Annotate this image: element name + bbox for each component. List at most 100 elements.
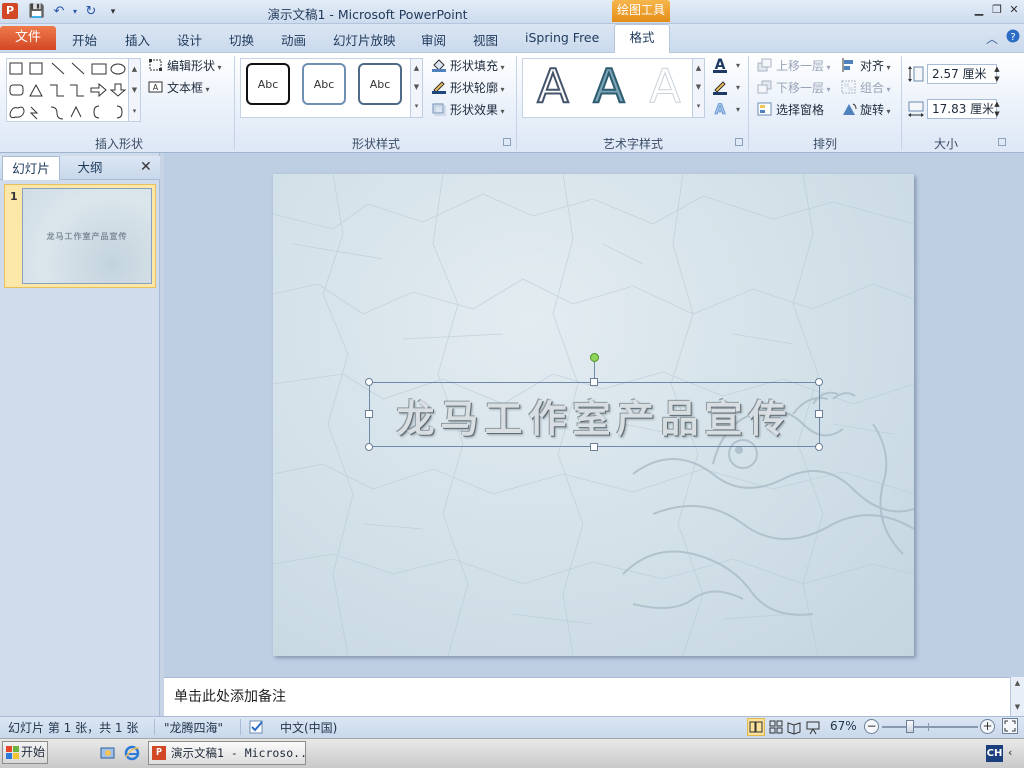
shape-styles-launcher-icon[interactable] — [503, 138, 511, 146]
shapes-gallery-scroll[interactable]: ▲ ▼ ▾ — [128, 58, 141, 122]
edit-shape-button[interactable]: 编辑形状 ▾ — [148, 57, 222, 74]
svg-text:A: A — [153, 83, 159, 92]
rotate-handle[interactable] — [590, 353, 599, 362]
tab-review[interactable]: 审阅 — [421, 30, 446, 49]
wordart-styles-launcher-icon[interactable] — [735, 138, 743, 146]
zoom-slider-track[interactable] — [882, 726, 978, 728]
close-icon[interactable]: ✕ — [1007, 3, 1021, 17]
wordart-sample[interactable]: A — [638, 60, 692, 113]
resize-handle-bottom[interactable] — [590, 443, 598, 451]
resize-handle-left[interactable] — [365, 410, 373, 418]
pencil-icon — [431, 80, 447, 94]
internet-explorer-icon[interactable] — [124, 745, 140, 761]
slide-count-status: 幻灯片 第 1 张，共 1 张 — [8, 721, 139, 735]
wordart-styles-group-label: 艺术字样式 — [602, 137, 663, 151]
notes-scrollbar[interactable]: ▲ ▼ — [1010, 677, 1024, 716]
zoom-slider-thumb[interactable] — [906, 720, 914, 733]
align-button[interactable]: 对齐 ▾ — [841, 57, 891, 74]
language-status[interactable]: 中文(中国) — [280, 719, 337, 736]
tab-slides[interactable]: 幻灯片 — [2, 156, 60, 180]
tab-design[interactable]: 设计 — [177, 30, 202, 49]
close-panel-icon[interactable]: ✕ — [140, 159, 152, 175]
tab-format[interactable]: 格式 — [614, 24, 670, 53]
tab-insert[interactable]: 插入 — [125, 30, 150, 49]
taskbar-powerpoint-item[interactable]: P 演示文稿1 - Microso... — [148, 741, 306, 765]
resize-handle-top[interactable] — [590, 378, 598, 386]
normal-view-icon[interactable] — [747, 718, 765, 736]
help-icon[interactable]: ? — [1006, 29, 1020, 46]
shapes-gallery[interactable] — [6, 58, 130, 122]
powerpoint-window: P 💾 ↶ ▾ ↻ ▾ 演示文稿1 - Microsoft PowerPoint… — [0, 0, 1024, 768]
text-effects-icon[interactable]: A ▾ — [712, 100, 740, 119]
shape-styles-scroll[interactable]: ▲ ▼ ▾ — [410, 58, 423, 118]
wordart-sample[interactable]: A — [526, 59, 580, 113]
resize-handle-top-left[interactable] — [365, 378, 373, 386]
show-desktop-icon[interactable] — [100, 745, 116, 761]
start-button[interactable]: 开始 — [2, 741, 48, 764]
text-fill-icon[interactable]: A ▾ — [712, 56, 740, 74]
resize-handle-bottom-left[interactable] — [365, 443, 373, 451]
shape-fill-button[interactable]: 形状填充 ▾ — [431, 57, 505, 74]
group-separator — [516, 56, 517, 150]
shape-width-field[interactable]: 17.83 厘米 — [927, 99, 997, 119]
rotate-button[interactable]: 旋转 ▾ — [841, 101, 891, 118]
shape-height-field[interactable]: 2.57 厘米 — [927, 64, 997, 84]
tab-transitions[interactable]: 切换 — [229, 30, 254, 49]
wordart-styles-scroll[interactable]: ▲ ▼ ▾ — [692, 58, 705, 118]
tab-ispring[interactable]: iSpring Free — [525, 30, 599, 45]
bring-forward-label: 上移一层 — [776, 59, 825, 73]
shape-style-swatch[interactable]: Abc — [302, 63, 346, 105]
tray-expand-icon[interactable]: ‹ — [1008, 746, 1012, 759]
slideshow-icon[interactable] — [805, 719, 821, 735]
group-separator — [234, 56, 235, 150]
start-label: 开始 — [21, 745, 46, 759]
wordart-sample[interactable]: A — [582, 59, 636, 113]
resize-handle-bottom-right[interactable] — [815, 443, 823, 451]
send-backward-icon — [757, 80, 773, 94]
rotate-icon — [841, 102, 857, 116]
shape-effects-button[interactable]: 形状效果 ▾ — [431, 101, 505, 118]
send-backward-button[interactable]: 下移一层 ▾ — [757, 79, 831, 96]
tab-file[interactable]: 文件 — [0, 26, 56, 50]
minimize-icon[interactable]: ▁ — [972, 3, 986, 17]
group-button[interactable]: 组合 ▾ — [841, 79, 891, 96]
send-backward-label: 下移一层 — [776, 81, 825, 95]
zoom-level[interactable]: 67% — [830, 719, 857, 733]
windows-logo-icon — [6, 745, 19, 766]
zoom-in-icon[interactable]: + — [980, 719, 995, 734]
bring-forward-button[interactable]: 上移一层 ▾ — [757, 57, 831, 74]
tab-animations[interactable]: 动画 — [281, 30, 306, 49]
slide-number: 1 — [10, 190, 18, 203]
svg-text:▾: ▾ — [736, 105, 740, 114]
tab-home[interactable]: 开始 — [72, 30, 97, 49]
text-box-icon: A — [148, 80, 164, 94]
slide-sorter-icon[interactable] — [768, 719, 784, 735]
notes-placeholder: 单击此处添加备注 — [174, 689, 286, 705]
selection-pane-button[interactable]: 选择窗格 — [757, 101, 824, 118]
tab-outline[interactable]: 大纲 — [62, 156, 118, 180]
shape-height-icon — [907, 65, 925, 83]
group-separator — [901, 56, 902, 150]
fit-to-window-icon[interactable] — [1002, 718, 1018, 734]
text-outline-icon[interactable]: ▾ — [712, 78, 740, 96]
notes-pane[interactable]: 单击此处添加备注 — [164, 677, 1010, 716]
resize-handle-right[interactable] — [815, 410, 823, 418]
shape-outline-label: 形状轮廓 — [450, 81, 499, 95]
collapse-ribbon-icon[interactable]: ︿ — [986, 30, 998, 47]
zoom-out-icon[interactable]: − — [864, 719, 879, 734]
resize-handle-top-right[interactable] — [815, 378, 823, 386]
height-spinner-icon[interactable]: ▲ ▼ — [991, 64, 1003, 84]
text-box-button[interactable]: A 文本框 ▾ — [148, 79, 210, 96]
shape-outline-button[interactable]: 形状轮廓 ▾ — [431, 79, 505, 96]
shape-style-swatch[interactable]: Abc — [246, 63, 290, 105]
tab-view[interactable]: 视图 — [473, 30, 498, 49]
restore-icon[interactable]: ❐ — [990, 3, 1004, 17]
ime-indicator[interactable]: CH — [986, 745, 1003, 762]
shape-style-swatch[interactable]: Abc — [358, 63, 402, 105]
size-launcher-icon[interactable] — [998, 138, 1006, 146]
spell-check-icon[interactable] — [248, 718, 266, 736]
reading-view-icon[interactable] — [786, 719, 802, 735]
tab-slideshow[interactable]: 幻灯片放映 — [333, 30, 396, 49]
width-spinner-icon[interactable]: ▲ ▼ — [991, 99, 1003, 119]
slide-title[interactable]: 龙马工作室产品宣传 — [369, 388, 820, 443]
